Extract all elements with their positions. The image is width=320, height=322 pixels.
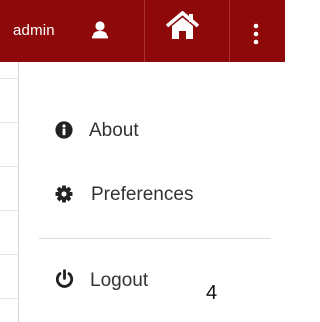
menu-item-logout[interactable]: Logout: [19, 258, 285, 302]
home-icon: [166, 11, 199, 39]
background-row-line: [0, 254, 18, 255]
top-navigation-bar: admin: [0, 0, 285, 62]
menu-item-preferences[interactable]: Preferences: [19, 172, 285, 216]
gear-icon: [55, 185, 73, 203]
background-page-edge: [0, 62, 18, 322]
background-row-line: [0, 210, 18, 211]
background-row-line: [0, 78, 18, 79]
more-options-button[interactable]: [230, 0, 285, 62]
username-label: admin: [13, 22, 55, 39]
vertical-ellipsis-icon: [253, 23, 259, 45]
menu-item-label: About: [89, 120, 139, 141]
background-row-line: [0, 122, 18, 123]
menu-item-label: Preferences: [91, 184, 194, 205]
menu-item-about[interactable]: About: [19, 108, 285, 152]
power-icon: [55, 269, 74, 288]
annotation-number: 4: [206, 282, 218, 304]
info-circle-icon: [55, 121, 73, 139]
screen: admin About Preferences Logout 4: [0, 0, 285, 322]
home-button[interactable]: [145, 0, 229, 62]
user-dropdown-menu: About Preferences Logout: [19, 80, 285, 322]
background-row-line: [0, 298, 18, 299]
user-menu-button[interactable]: admin: [0, 0, 144, 62]
menu-divider: [39, 238, 271, 239]
user-icon: [92, 21, 108, 39]
dropdown-caret: [244, 66, 274, 80]
menu-item-label: Logout: [90, 270, 149, 291]
background-row-line: [0, 166, 18, 167]
